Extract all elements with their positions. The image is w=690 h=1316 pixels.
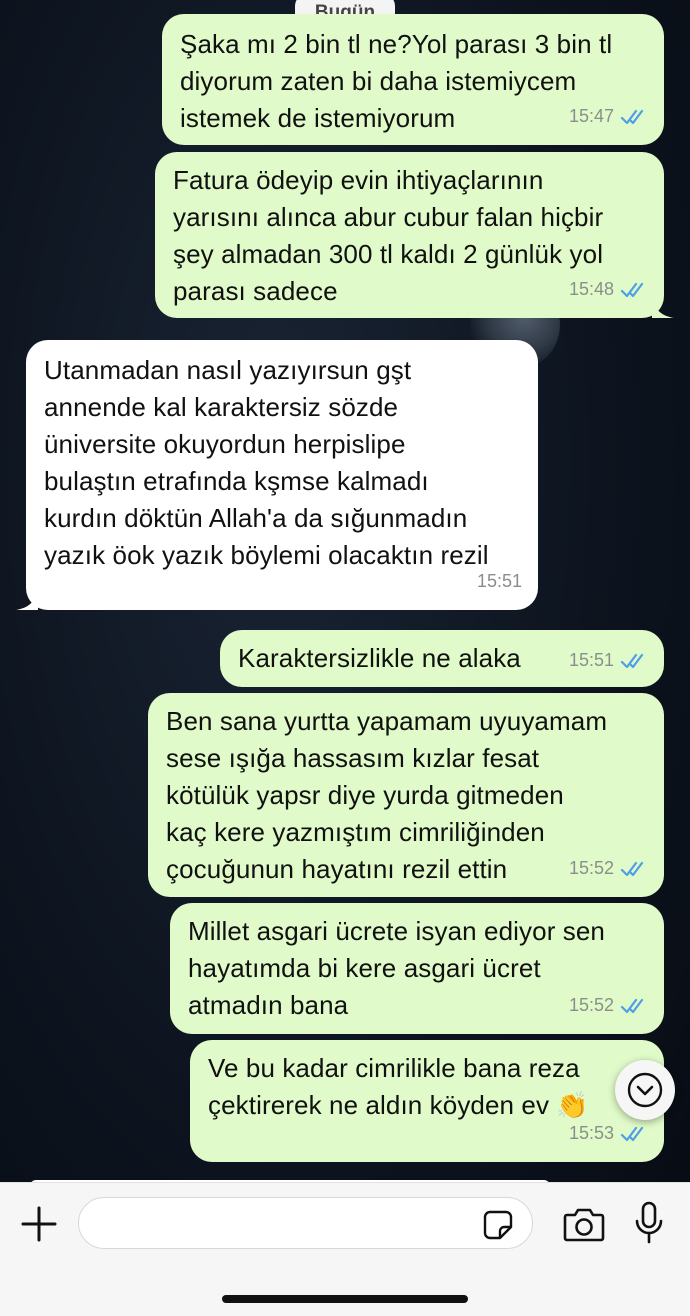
microphone-icon[interactable] bbox=[634, 1201, 664, 1245]
message-time: 15:51 bbox=[476, 571, 522, 591]
home-indicator bbox=[222, 1295, 468, 1303]
read-receipt-icon bbox=[620, 1126, 644, 1141]
message-bubble-outgoing[interactable]: Karaktersizlikle ne alaka 15:51 bbox=[220, 630, 664, 687]
read-receipt-icon bbox=[620, 998, 644, 1013]
message-bubble-outgoing[interactable]: Ve bu kadar cimrilikle bana reza çektire… bbox=[190, 1040, 664, 1162]
message-time: 15:52 bbox=[568, 995, 614, 1015]
read-receipt-icon bbox=[620, 109, 644, 124]
bubble-tail bbox=[16, 588, 38, 610]
sticker-icon[interactable] bbox=[482, 1209, 514, 1241]
message-input[interactable] bbox=[78, 1197, 533, 1249]
bubble-tail bbox=[652, 296, 674, 318]
message-time: 15:47 bbox=[568, 106, 614, 126]
plus-icon[interactable] bbox=[20, 1205, 58, 1243]
message-bubble-outgoing[interactable]: Fatura ödeyip evin ihtiyaçlarının yarısı… bbox=[155, 152, 674, 318]
composer-bar bbox=[0, 1182, 690, 1316]
message-text: Utanmadan nasıl yazıyırsun gşt annende k… bbox=[44, 355, 489, 570]
message-bubble-incoming[interactable]: Utanmadan nasıl yazıyırsun gşt annende k… bbox=[16, 340, 538, 610]
message-time: 15:53 bbox=[568, 1123, 614, 1143]
message-bubble-outgoing[interactable]: Şaka mı 2 bin tl ne?Yol parası 3 bin tl … bbox=[162, 14, 664, 145]
message-time: 15:48 bbox=[568, 279, 614, 299]
message-time: 15:51 bbox=[568, 650, 614, 670]
message-time: 15:52 bbox=[568, 858, 614, 878]
camera-icon[interactable] bbox=[563, 1205, 605, 1243]
read-receipt-icon bbox=[620, 282, 644, 297]
scroll-to-bottom-button[interactable] bbox=[615, 1060, 675, 1120]
message-bubble-outgoing[interactable]: Millet asgari ücrete isyan ediyor sen ha… bbox=[170, 903, 664, 1034]
message-bubble-outgoing[interactable]: Ben sana yurtta yapamam uyuyamam sese ış… bbox=[148, 693, 664, 897]
read-receipt-icon bbox=[620, 653, 644, 668]
read-receipt-icon bbox=[620, 861, 644, 876]
message-text: Ve bu kadar cimrilikle bana reza çektire… bbox=[208, 1053, 589, 1120]
chevron-down-icon bbox=[627, 1072, 663, 1108]
